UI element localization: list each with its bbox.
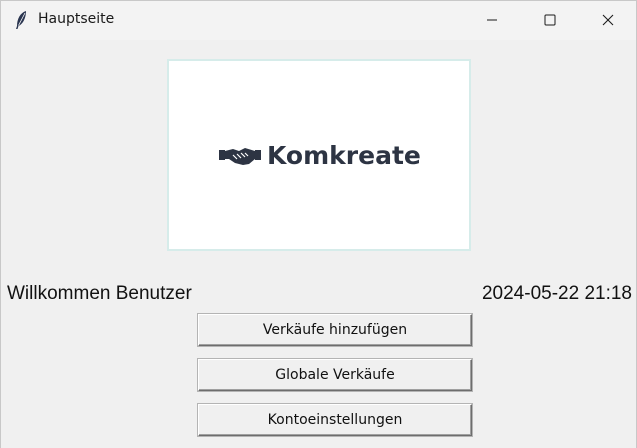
datetime-label: 2024-05-22 21:18 bbox=[481, 283, 632, 304]
handshake-icon bbox=[219, 145, 261, 167]
welcome-label: Willkommen Benutzer bbox=[7, 283, 192, 304]
logo-panel: Komkreate bbox=[167, 59, 471, 251]
main-window: Hauptseite Komkreate Willkommen Benutzer… bbox=[0, 0, 637, 448]
window-title: Hauptseite bbox=[38, 11, 115, 27]
close-button[interactable] bbox=[579, 1, 637, 40]
global-sales-button[interactable]: Globale Verkäufe bbox=[198, 359, 472, 391]
account-settings-button[interactable]: Kontoeinstellungen bbox=[198, 404, 472, 436]
close-icon bbox=[602, 11, 614, 30]
feather-icon bbox=[14, 10, 28, 30]
minimize-icon bbox=[486, 11, 498, 30]
logo: Komkreate bbox=[219, 141, 421, 170]
maximize-button[interactable] bbox=[521, 1, 579, 40]
brand-name: Komkreate bbox=[267, 141, 421, 170]
maximize-icon bbox=[544, 11, 556, 30]
add-sales-button[interactable]: Verkäufe hinzufügen bbox=[198, 314, 472, 346]
title-bar[interactable]: Hauptseite bbox=[1, 1, 636, 40]
minimize-button[interactable] bbox=[463, 1, 521, 40]
